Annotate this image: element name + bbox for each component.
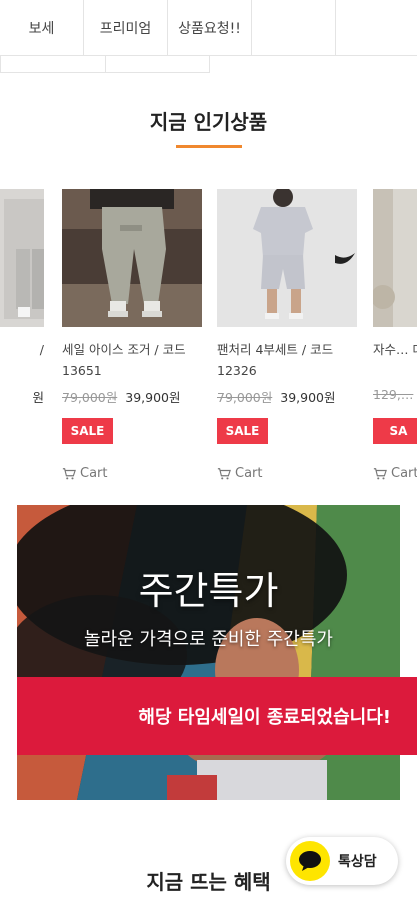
cart-icon: [217, 467, 231, 479]
add-to-cart-button[interactable]: Cart: [373, 466, 417, 481]
tab-label: 상품요청!!: [178, 21, 241, 37]
original-price: 129,…: [373, 387, 414, 402]
kakao-chat-icon: [290, 841, 330, 881]
banner-image: [17, 505, 400, 800]
product-price: 원: [32, 390, 44, 405]
cart-label: Cart: [80, 466, 108, 481]
sale-badge: SA: [373, 418, 417, 444]
original-price: 79,000원: [217, 390, 273, 405]
sale-badge: SALE: [217, 418, 268, 444]
original-price: 79,000원: [62, 390, 118, 405]
tab-product-request[interactable]: 상품요청!!: [168, 0, 252, 56]
product-card[interactable]: 팬처리 4부세트 / 코드12326 79,000원 39,900원 SALE C…: [217, 189, 357, 481]
product-name[interactable]: 자수… 데일…: [373, 339, 417, 381]
sale-badge: SALE: [62, 418, 113, 444]
kakao-chat-label: 톡상담: [338, 854, 377, 870]
sale-price: 39,900원: [280, 390, 336, 405]
product-carousel[interactable]: / 원 세일 아이스 조거 / 코드13651 79,000원 39,900원 S…: [0, 189, 417, 489]
product-name[interactable]: 세일 아이스 조거 / 코드13651: [62, 339, 202, 381]
product-card[interactable]: / 원: [0, 189, 44, 405]
sale-price: 39,900원: [125, 390, 181, 405]
weekly-special-banner[interactable]: 주간특가 놀라운 가격으로 준비한 주간특가: [17, 505, 400, 800]
product-thumbnail[interactable]: [217, 189, 357, 327]
cart-icon: [373, 467, 387, 479]
add-to-cart-button[interactable]: Cart: [62, 466, 202, 481]
sub-nav-row: [0, 56, 210, 73]
product-card[interactable]: 자수… 데일… 129,… SA Cart: [373, 189, 417, 481]
top-category-nav: 보세 프리미엄 상품요청!!: [0, 0, 417, 56]
banner-title: 주간특가: [138, 569, 279, 613]
product-name[interactable]: /: [0, 339, 44, 381]
cart-label: Cart: [235, 466, 263, 481]
section-title-underline: [176, 145, 242, 148]
divider: [209, 56, 210, 73]
product-name[interactable]: 팬처리 4부세트 / 코드12326: [217, 339, 357, 381]
divider: [105, 56, 106, 73]
kakao-chat-button[interactable]: 톡상담: [286, 837, 398, 885]
tab-empty[interactable]: [252, 0, 336, 56]
add-to-cart-button[interactable]: Cart: [217, 466, 357, 481]
tab-label: 보세: [28, 21, 55, 37]
banner-subtitle: 놀라운 가격으로 준비한 주간특가: [83, 629, 333, 650]
product-card[interactable]: 세일 아이스 조거 / 코드13651 79,000원 39,900원 SALE …: [62, 189, 202, 481]
cart-label: Cart: [391, 466, 417, 481]
tab-label: 프리미엄: [99, 21, 152, 37]
cart-icon: [62, 467, 76, 479]
tab-premium[interactable]: 프리미엄: [84, 0, 168, 56]
product-thumbnail[interactable]: [62, 189, 202, 327]
section-title-popular: 지금 인기상품: [149, 110, 268, 134]
timesale-ended-notice: 해당 타임세일이 종료되었습니다!: [17, 677, 417, 755]
product-thumbnail[interactable]: [373, 189, 417, 327]
tab-bose[interactable]: 보세: [0, 0, 84, 56]
product-thumbnail[interactable]: [0, 189, 44, 327]
